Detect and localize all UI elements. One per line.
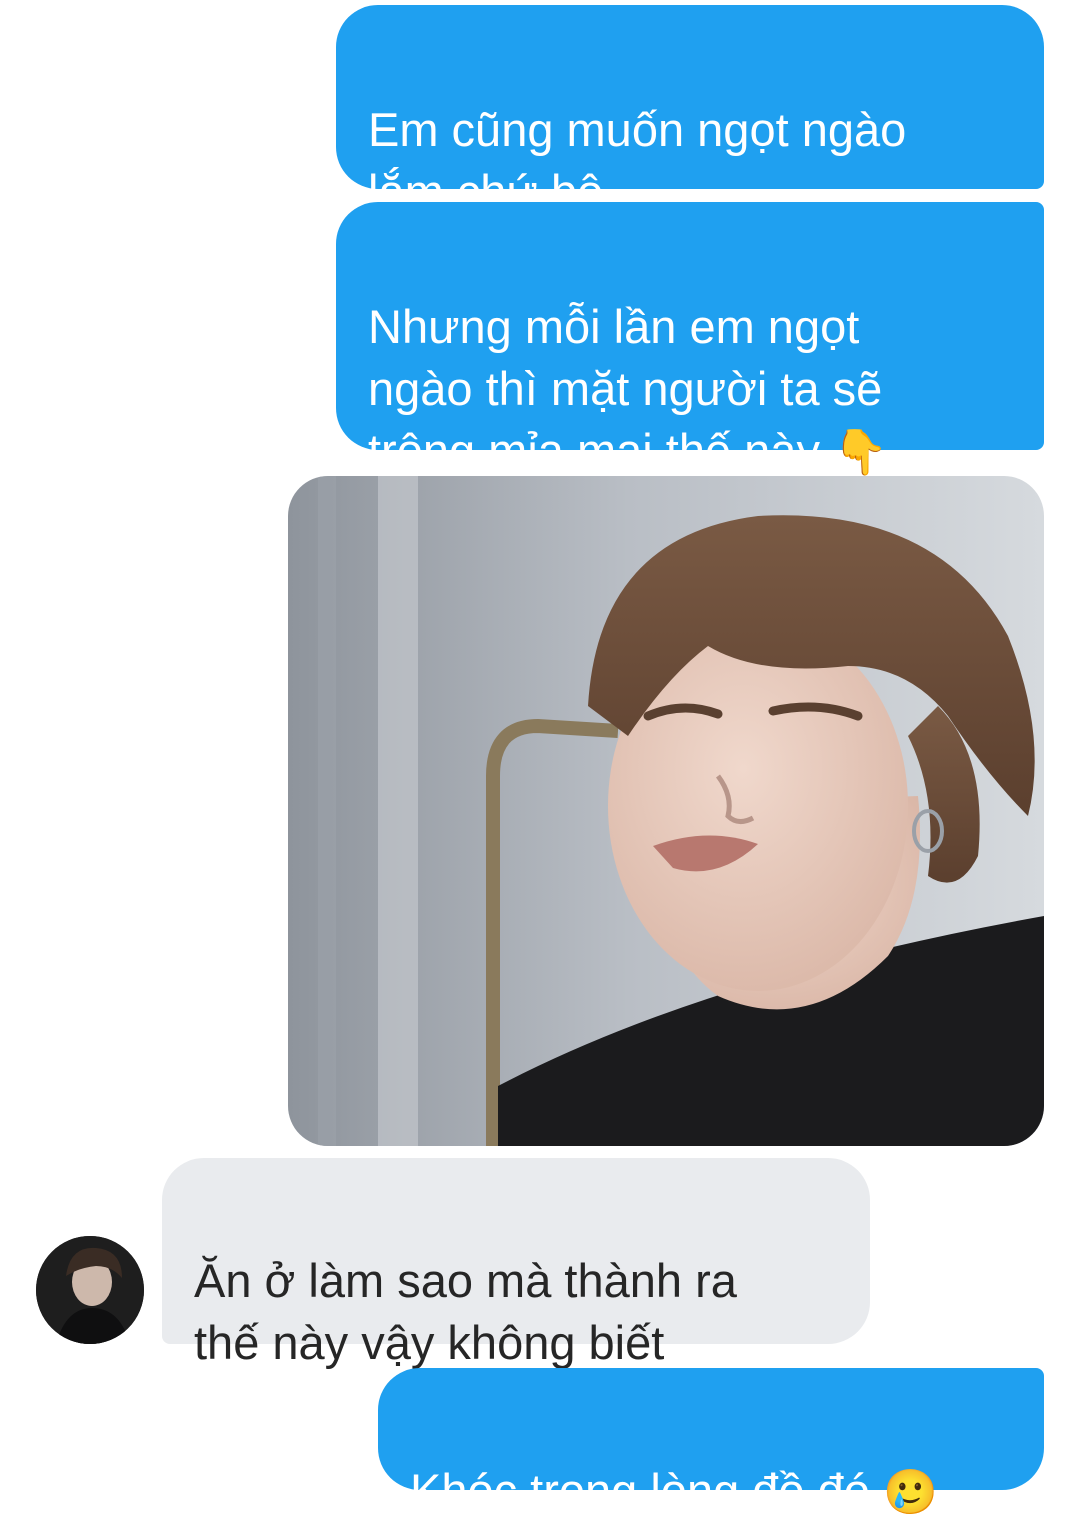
message-text: Khóc trong lòng đồ đó (410, 1464, 883, 1517)
avatar[interactable] (36, 1236, 144, 1344)
sent-message-bubble[interactable]: Em cũng muốn ngọt ngào lắm chứ bộ (336, 5, 1044, 218)
sent-message-bubble[interactable]: Nhưng mỗi lần em ngọt ngào thì mặt người… (336, 202, 1044, 478)
avatar-image (36, 1236, 144, 1344)
sent-message-bubble[interactable]: Khóc trong lòng đồ đó 🥲 (378, 1368, 1044, 1518)
smiling-tear-emoji-icon: 🥲 (882, 1467, 938, 1518)
sent-photo-message[interactable] (288, 476, 1044, 1146)
pointing-down-emoji-icon: 👇 (833, 427, 888, 478)
message-text: Em cũng muốn ngọt ngào lắm chứ bộ (368, 103, 907, 218)
message-text: Nhưng mỗi lần em ngọt ngào thì mặt người… (368, 300, 883, 477)
message-text: Ăn ở làm sao mà thành ra thế này vậy khô… (194, 1254, 737, 1369)
photo-image (288, 476, 1044, 1146)
received-message-bubble[interactable]: Ăn ở làm sao mà thành ra thế này vậy khô… (162, 1158, 870, 1369)
